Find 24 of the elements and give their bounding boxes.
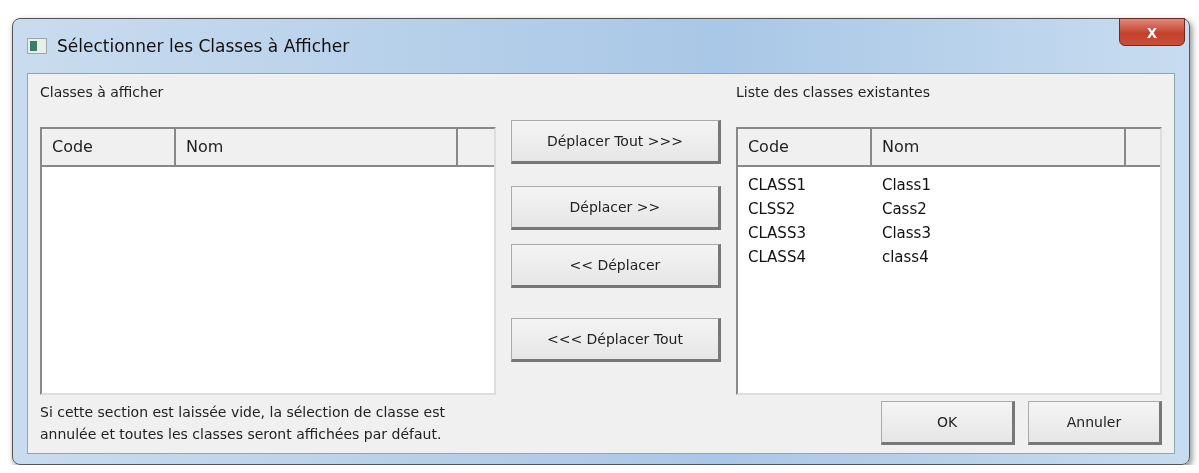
column-header[interactable]: Code — [42, 129, 176, 165]
ok-button[interactable]: OK — [881, 401, 1015, 445]
list-label: Liste des classes existantes — [735, 84, 931, 102]
cancel-button[interactable]: Annuler — [1028, 401, 1162, 445]
table-cell[interactable]: CLASS1 — [737, 176, 872, 194]
window-icon — [27, 38, 47, 54]
table-cell[interactable]: CLASS4 — [737, 248, 872, 266]
column-header[interactable]: Nom — [871, 129, 1126, 165]
table-cell[interactable]: Class3 — [871, 224, 931, 242]
list-label: Classes à afficher — [40, 84, 165, 102]
move-button[interactable]: Déplacer >> — [510, 186, 721, 230]
column-header[interactable]: Code — [737, 129, 872, 165]
table-cell[interactable]: CLSS2 — [737, 200, 872, 218]
table-cell[interactable]: Class1 — [871, 176, 931, 194]
table-cell[interactable]: Cass2 — [871, 200, 927, 218]
move-button[interactable]: << Déplacer — [510, 244, 721, 288]
info-text: Si cette section est laissée vide, la sélection de classe est annulée et toutes les classes seront affichées par défaut. — [40, 403, 446, 444]
table-cell[interactable]: class4 — [871, 248, 929, 266]
move-button[interactable]: <<< Déplacer Tout — [510, 318, 721, 362]
move-button[interactable]: Déplacer Tout >>> — [510, 120, 721, 164]
close-button[interactable]: x — [1119, 18, 1185, 46]
column-header[interactable]: Nom — [176, 129, 458, 165]
table-cell[interactable]: CLASS3 — [737, 224, 872, 242]
window-title: Sélectionner les Classes à Afficher — [57, 36, 350, 56]
